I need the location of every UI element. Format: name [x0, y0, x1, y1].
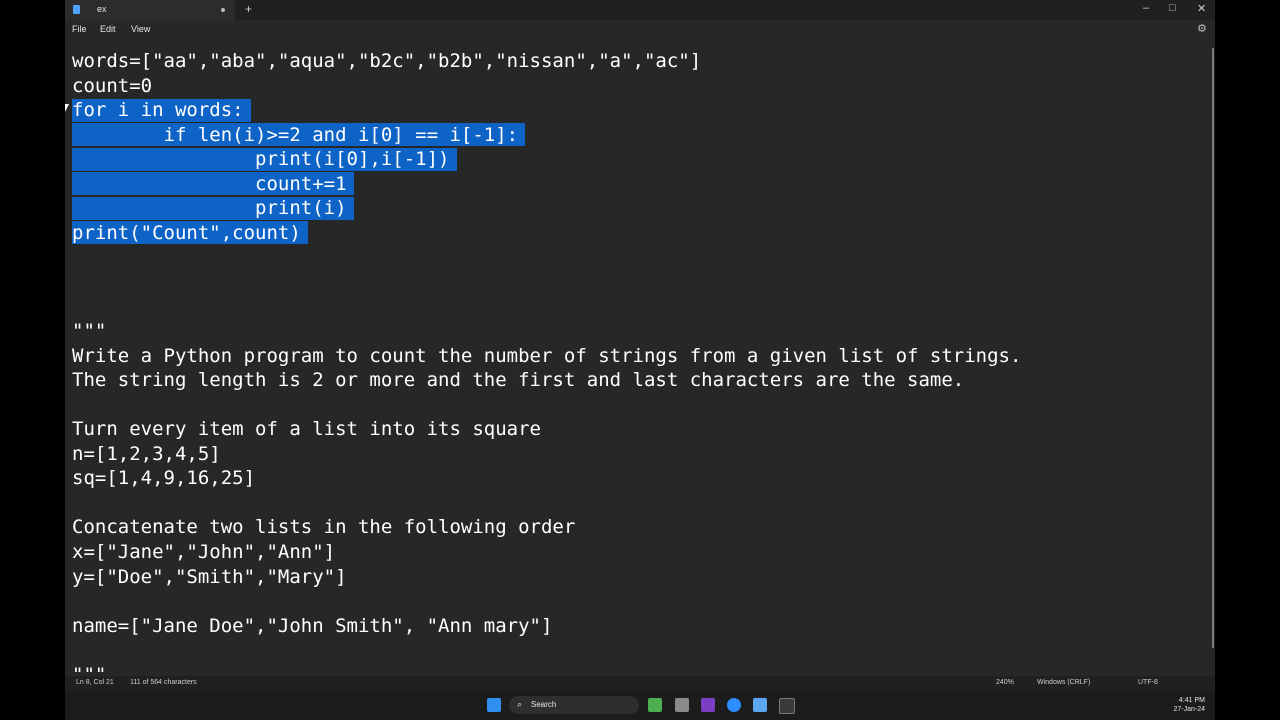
menu-edit[interactable]: Edit — [100, 24, 116, 34]
menu-file[interactable]: File — [72, 24, 87, 34]
editor-line[interactable]: n=[1,2,3,4,5] — [72, 442, 221, 466]
editor-line[interactable]: count+=1 — [72, 172, 347, 196]
selection-count: 111 of 564 characters — [130, 679, 197, 686]
editor-line[interactable]: print("Count",count) — [72, 221, 301, 245]
start-windows-icon[interactable] — [487, 698, 501, 712]
maximize-button[interactable]: □ — [1169, 2, 1176, 14]
editor-line[interactable]: """ — [72, 663, 106, 672]
editor-line[interactable]: if len(i)>=2 and i[0] == i[-1]: — [72, 123, 519, 147]
encoding[interactable]: UTF-8 — [1138, 679, 1158, 686]
search-label: Search — [531, 700, 557, 709]
editor-line[interactable]: """ — [72, 319, 106, 343]
copilot-icon[interactable] — [648, 698, 662, 712]
status-bar: Ln 8, Col 21 111 of 564 characters 240% … — [65, 676, 1215, 690]
editor-line[interactable]: Turn every item of a list into its squar… — [72, 417, 541, 441]
editor-line[interactable]: y=["Doe","Smith","Mary"] — [72, 565, 347, 589]
editor-line[interactable]: for i in words: — [72, 98, 244, 122]
close-button[interactable]: ✕ — [1197, 2, 1206, 15]
mouse-pointer-icon — [65, 104, 69, 112]
cursor-position: Ln 8, Col 21 — [76, 679, 114, 686]
menu-bar: File Edit View — [65, 20, 1215, 40]
settings-gear-icon[interactable]: ⚙ — [1197, 22, 1207, 35]
editor-line[interactable]: name=["Jane Doe","John Smith", "Ann mary… — [72, 614, 552, 638]
unsaved-dot-icon[interactable] — [221, 8, 225, 12]
minimize-button[interactable]: – — [1143, 2, 1149, 14]
editor-line[interactable]: words=["aa","aba","aqua","b2c","b2b","ni… — [72, 49, 701, 73]
vertical-scrollbar[interactable] — [1212, 48, 1214, 648]
title-bar: ex + – □ ✕ — [65, 0, 1215, 20]
editor-line[interactable]: x=["Jane","John","Ann"] — [72, 540, 335, 564]
notepad-window: ex + – □ ✕ File Edit View ⚙ words=["aa",… — [65, 0, 1215, 720]
search-icon: ⌕ — [517, 699, 523, 709]
editor-line[interactable]: print(i[0],i[-1]) — [72, 147, 449, 171]
editor-line[interactable]: print(i) — [72, 196, 347, 220]
editor-line[interactable]: The string length is 2 or more and the f… — [72, 368, 964, 392]
editor-line[interactable]: count=0 — [72, 74, 152, 98]
editor-line[interactable]: sq=[1,4,9,16,25] — [72, 466, 255, 490]
new-tab-button[interactable]: + — [245, 2, 252, 16]
onenote-icon[interactable] — [701, 698, 715, 712]
notepad-taskbar-icon[interactable] — [753, 698, 767, 712]
clock-time: 4:41 PM — [1178, 697, 1205, 704]
zoom-app-icon[interactable] — [727, 698, 741, 712]
notepad-icon — [73, 5, 80, 14]
clock-date: 27-Jan-24 — [1173, 706, 1205, 713]
editor-line[interactable]: Concatenate two lists in the following o… — [72, 515, 575, 539]
task-view-icon[interactable] — [675, 698, 689, 712]
taskbar: ⌕ Search 4:41 PM 27-Jan-24 — [65, 690, 1215, 720]
zoom-level[interactable]: 240% — [996, 679, 1014, 686]
taskbar-search[interactable]: ⌕ Search — [509, 696, 639, 714]
menu-view[interactable]: View — [131, 24, 150, 34]
line-ending[interactable]: Windows (CRLF) — [1037, 679, 1090, 686]
text-editor[interactable]: words=["aa","aba","aqua","b2c","b2b","ni… — [65, 40, 1210, 672]
tab-title: ex — [97, 4, 107, 14]
taskbar-clock[interactable]: 4:41 PM 27-Jan-24 — [1165, 696, 1205, 714]
tab-ex[interactable]: ex — [65, 0, 235, 20]
editor-line[interactable]: Write a Python program to count the numb… — [72, 344, 1021, 368]
terminal-icon[interactable] — [779, 698, 795, 714]
